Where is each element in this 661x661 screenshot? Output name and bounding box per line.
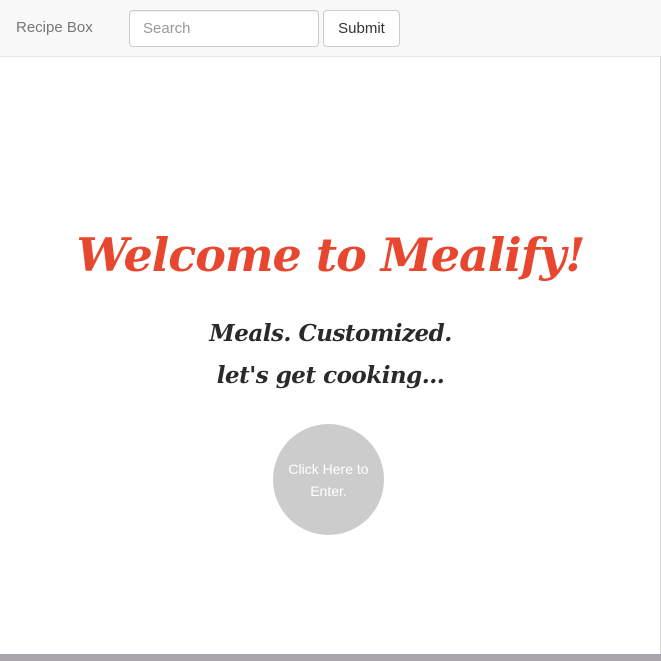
tagline-meals-customized: Meals. Customized. (209, 320, 452, 347)
search-input[interactable] (129, 10, 319, 47)
hero-title: Welcome to Mealify! (76, 228, 586, 282)
bottom-border (0, 654, 661, 661)
enter-button[interactable]: Click Here to Enter. (273, 424, 384, 535)
brand-link[interactable]: Recipe Box (16, 19, 93, 36)
page: Recipe Box Submit Welcome to Mealify! Me… (0, 0, 661, 661)
navbar: Recipe Box Submit (0, 0, 661, 57)
tagline-lets-get-cooking: let's get cooking... (216, 362, 445, 389)
submit-button[interactable]: Submit (323, 10, 400, 47)
